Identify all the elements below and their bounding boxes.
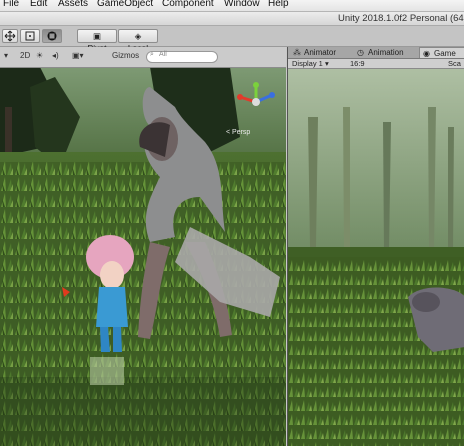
tab-animator-label: Animator [304,48,337,57]
search-placeholder: All [159,51,167,58]
rect-tool-button[interactable] [20,29,40,43]
game-render [288,69,464,446]
display-dropdown[interactable]: Display 1 ▾ [292,59,329,68]
menu-file[interactable]: File [3,0,19,9]
mode-2d-toggle[interactable]: 2D [20,51,30,60]
scene-render [0,67,286,446]
menu-assets[interactable]: Assets [58,0,88,9]
menu-gameobject[interactable]: GameObject [97,0,153,9]
tab-game-label: Game [434,49,456,58]
window-title-bar: Unity 2018.1.0f2 Personal (64bit [0,12,464,26]
tab-game[interactable]: ◉ Game [419,47,464,58]
editor-tabs: ⁂ Animator ◷ Animation ◉ Game [288,47,464,59]
display-label: Display 1 [292,59,323,68]
local-icon: ◈ [134,31,142,41]
game-toolbar: Display 1 ▾ 16:9 Sca [288,59,464,69]
game-icon: ◉ [423,49,430,58]
window-title: Unity 2018.1.0f2 Personal (64bit [338,13,464,24]
persp-label[interactable]: < Persp [226,129,250,136]
game-view[interactable]: ⁂ Animator ◷ Animation ◉ Game Display 1 … [287,47,464,446]
animation-icon: ◷ [357,48,364,57]
move-tool-button[interactable] [2,29,18,43]
menu-edit[interactable]: Edit [30,0,47,9]
audio-toggle-icon[interactable]: ◂) [52,51,59,60]
lighting-toggle-icon[interactable]: ☀ [36,51,43,60]
animator-icon: ⁂ [293,48,301,57]
tab-animation-label: Animation [368,48,404,57]
menu-component[interactable]: Component [162,0,214,9]
rect-tool-icon [25,31,35,41]
effects-dropdown-icon[interactable]: ▣▾ [72,51,84,60]
search-icon: ⌕ [150,51,154,58]
gizmos-dropdown[interactable]: Gizmos [112,51,139,60]
scale-slider-label[interactable]: Sca [448,59,461,68]
local-button[interactable]: ◈ Local [118,29,158,53]
aspect-label: 16:9 [350,59,365,68]
toolbar: ▣ Pivot ◈ Local [0,26,464,53]
transform-tool-button[interactable] [42,29,62,43]
pivot-button[interactable]: ▣ Pivot [77,29,117,53]
pivot-icon: ▣ [92,31,102,41]
transform-tool-icon [47,31,57,41]
tab-animation[interactable]: ◷ Animation [354,47,418,58]
move-tool-icon [4,30,16,42]
tab-animator[interactable]: ⁂ Animator [290,47,350,58]
scene-toolbar: ▾ 2D ☀ ◂) ▣▾ Gizmos ⌕ All [0,47,286,68]
shading-dropdown[interactable]: ▾ [4,51,8,60]
scene-search-input[interactable]: ⌕ All [146,51,218,63]
menu-bar: File Edit Assets GameObject Component Wi… [0,0,464,12]
aspect-dropdown[interactable]: 16:9 [350,59,365,68]
scene-view[interactable]: ▾ 2D ☀ ◂) ▣▾ Gizmos ⌕ All < Persp [0,47,286,446]
menu-help[interactable]: Help [268,0,289,9]
menu-window[interactable]: Window [224,0,260,9]
